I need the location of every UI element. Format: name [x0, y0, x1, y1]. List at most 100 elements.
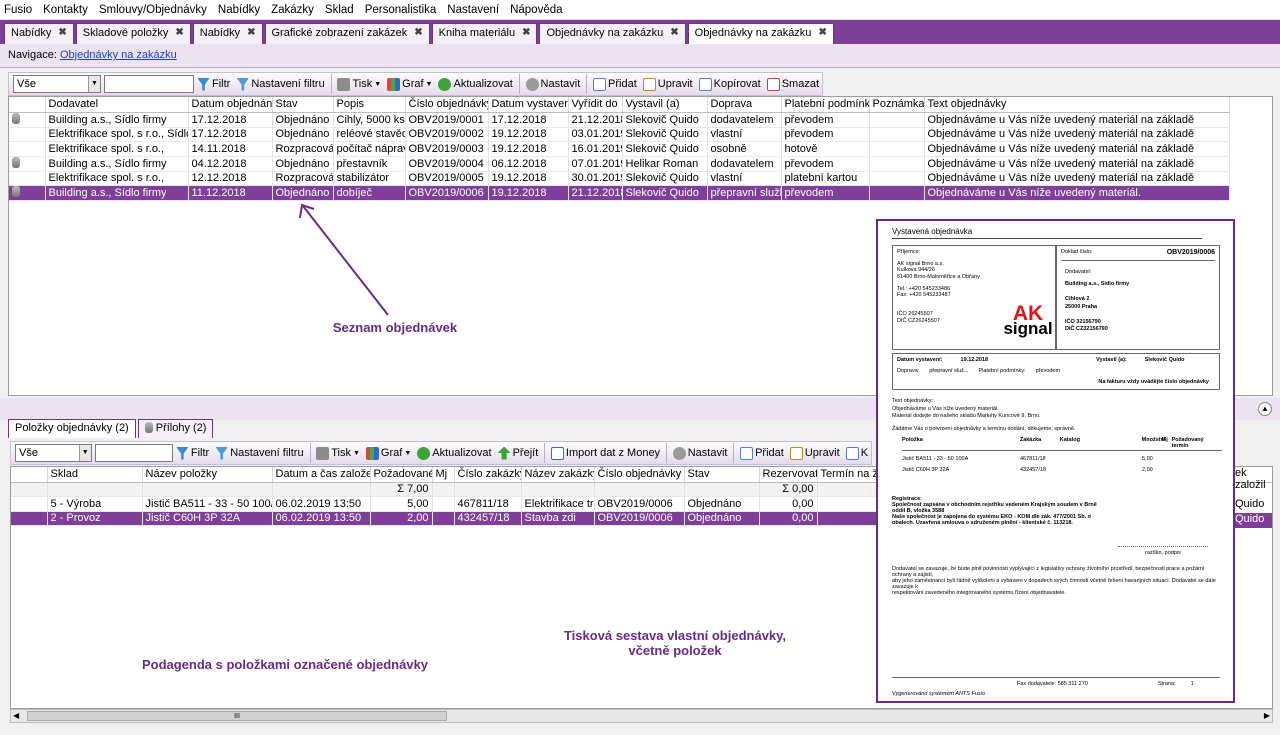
items-toolbar: Vše ▼ Filtr Nastavení filtru Tisk ▼ Graf ▼ … [10, 441, 872, 465]
scroll-right-icon[interactable]: ▶ [1264, 711, 1270, 720]
column-header[interactable]: Dodavatel [45, 97, 189, 113]
tab-skladove-polozky[interactable]: Skladové položky ✖ [75, 23, 191, 44]
button-label: Přejít [512, 447, 539, 459]
collapse-icon[interactable]: ▲ [1258, 402, 1272, 416]
gear-icon [672, 446, 686, 460]
aktualizovat-button[interactable]: Aktualizovat [435, 74, 515, 94]
column-header[interactable]: Vystavil (a) [622, 97, 708, 113]
horizontal-scrollbar[interactable]: ◀ III ▶ [10, 709, 1273, 723]
menu-smlouvy[interactable]: Smlouvy/Objednávky [99, 4, 207, 16]
table-row[interactable]: Building a.s., Sídlo firmy 11.12.2018 Obje… [9, 185, 1230, 201]
close-icon[interactable]: ✖ [670, 27, 678, 38]
close-icon[interactable]: ✖ [247, 27, 255, 38]
items-filter-settings-button[interactable]: Nastavení filtru [212, 443, 306, 463]
close-icon[interactable]: ✖ [414, 27, 422, 38]
items-filter-search-input[interactable] [94, 444, 173, 462]
column-header[interactable]: Datum objednání [188, 97, 273, 113]
menu-nabidky[interactable]: Nabídky [218, 4, 260, 16]
items-graf-button[interactable]: Graf ▼ [363, 443, 414, 463]
table-cell [869, 156, 925, 172]
menu-zakazky[interactable]: Zakázky [271, 4, 314, 16]
items-pridat-button[interactable]: Přidat [737, 443, 787, 463]
smazat-button[interactable]: Smazat [764, 74, 822, 94]
printer-icon [316, 446, 330, 460]
items-k-button[interactable]: K [843, 443, 871, 463]
column-header[interactable]: Mj [432, 467, 455, 483]
menu-napoveda[interactable]: Nápověda [510, 4, 562, 16]
table-cell: Objednáno [272, 156, 334, 172]
table-row[interactable]: 2 - Provoz Jistič C60H 3P 32A 06.02.2019 1… [11, 511, 892, 526]
column-header[interactable]: Popis [333, 97, 406, 113]
column-header[interactable]: Číslo objednávky [405, 97, 489, 113]
import-money-button[interactable]: Import dat z Money [548, 443, 663, 463]
nastavit-button[interactable]: Nastavit [523, 74, 584, 94]
column-header[interactable]: Text objednávky [924, 97, 1230, 113]
tab-prilohy[interactable]: Přílohy (2) [137, 419, 214, 438]
column-header[interactable]: Datum a čas založení [272, 467, 371, 483]
filter-search-input[interactable] [103, 75, 194, 93]
column-header[interactable]: Číslo objednávky [594, 467, 685, 483]
filter-select[interactable]: Vše ▼ [13, 75, 101, 93]
items-filtr-button[interactable]: Filtr [173, 443, 212, 463]
table-row[interactable]: Elektrifikace spol. s r.o., 12.12.2018 Roz… [9, 171, 1230, 186]
filter-settings-button[interactable]: Nastavení filtru [233, 74, 327, 94]
menu-fusio[interactable]: Fusio [4, 4, 32, 16]
column-header[interactable]: Stav [272, 97, 334, 113]
upravit-button[interactable]: Upravit [640, 74, 696, 94]
tab-objednavky-na-zakazku-active[interactable]: Objednávky na zakázku ✖ [687, 23, 834, 44]
column-header[interactable]: Požadované [370, 467, 433, 483]
table-row[interactable]: Building a.s., Sídlo firmy 17.12.2018 Obje… [9, 112, 1230, 128]
column-header[interactable] [9, 97, 46, 113]
column-header[interactable]: Vyřídit do [568, 97, 623, 113]
tab-graficke-zobrazeni[interactable]: Grafické zobrazení zakázek ✖ [264, 23, 430, 44]
table-row[interactable]: 5 - Výroba Jistič BA511 - 33 - 50 100A 06.… [11, 496, 892, 512]
prejit-button[interactable]: Přejít [495, 443, 542, 463]
column-header[interactable]: Sklad [47, 467, 143, 483]
menu-kontakty[interactable]: Kontakty [43, 4, 88, 16]
column-header[interactable]: Doprava [707, 97, 782, 113]
tab-nabidky[interactable]: Nabídky ✖ [4, 23, 74, 44]
tisk-button[interactable]: Tisk ▼ [334, 74, 384, 94]
table-cell: OBV2019/0001 [405, 112, 489, 128]
scroll-left-icon[interactable]: ◀ [13, 711, 19, 720]
supplier-line: IČO 32156790 [1065, 318, 1101, 325]
tab-kniha-materialu[interactable]: Kniha materiálu ✖ [431, 23, 538, 44]
column-header[interactable]: Poznámka [869, 97, 925, 113]
column-header[interactable]: Datum vystavení [488, 97, 569, 113]
column-header[interactable]: Platební podmínky [781, 97, 870, 113]
separator [733, 443, 735, 463]
document-status-icon [12, 156, 20, 168]
table-row[interactable]: Elektrifikace spol. s r.o., 14.11.2018 Roz… [9, 141, 1230, 157]
items-upravit-button[interactable]: Upravit [787, 443, 843, 463]
graf-button[interactable]: Graf ▼ [384, 74, 435, 94]
pridat-button[interactable]: Přidat [590, 74, 640, 94]
tab-objednavky-na-zakazku[interactable]: Objednávky na zakázku ✖ [539, 23, 686, 44]
close-icon[interactable]: ✖ [58, 27, 66, 38]
table-cell: hotově [781, 141, 870, 157]
navigation-link[interactable]: Objednávky na zakázku [60, 49, 177, 61]
menu-personalistika[interactable]: Personalistika [365, 4, 437, 16]
tab-polozky-objednavky[interactable]: Položky objednávky (2) [8, 419, 136, 438]
menu-nastaveni[interactable]: Nastavení [447, 4, 499, 16]
table-row[interactable]: Elektrifikace spol. s r.o., Sídlo firmy1… [9, 127, 1230, 142]
close-icon[interactable]: ✖ [175, 27, 183, 38]
filtr-button[interactable]: Filtr [194, 74, 233, 94]
items-nastavit-button[interactable]: Nastavit [670, 443, 731, 463]
button-label: Tisk [331, 447, 351, 459]
column-header[interactable]: Číslo zakázky [454, 467, 522, 483]
items-tisk-button[interactable]: Tisk ▼ [313, 443, 363, 463]
column-header[interactable]: Stav [684, 467, 760, 483]
menu-sklad[interactable]: Sklad [325, 4, 354, 16]
column-header[interactable]: Rezervovat [759, 467, 818, 483]
close-icon[interactable]: ✖ [818, 27, 826, 38]
column-header[interactable]: Název položky [142, 467, 273, 483]
kopirovat-button[interactable]: Kopírovat [696, 74, 764, 94]
table-row[interactable]: Building a.s., Sídlo firmy 04.12.2018 Obje… [9, 156, 1230, 172]
column-header[interactable]: Název zakázky [521, 467, 595, 483]
tab-nabidky-2[interactable]: Nabídky ✖ [192, 23, 263, 44]
items-filter-select[interactable]: Vše ▼ [15, 444, 92, 462]
items-aktualizovat-button[interactable]: Aktualizovat [414, 443, 494, 463]
scroll-thumb[interactable]: III [27, 711, 447, 721]
close-icon[interactable]: ✖ [522, 27, 530, 38]
table-cell: Building a.s., Sídlo firmy [45, 112, 189, 128]
